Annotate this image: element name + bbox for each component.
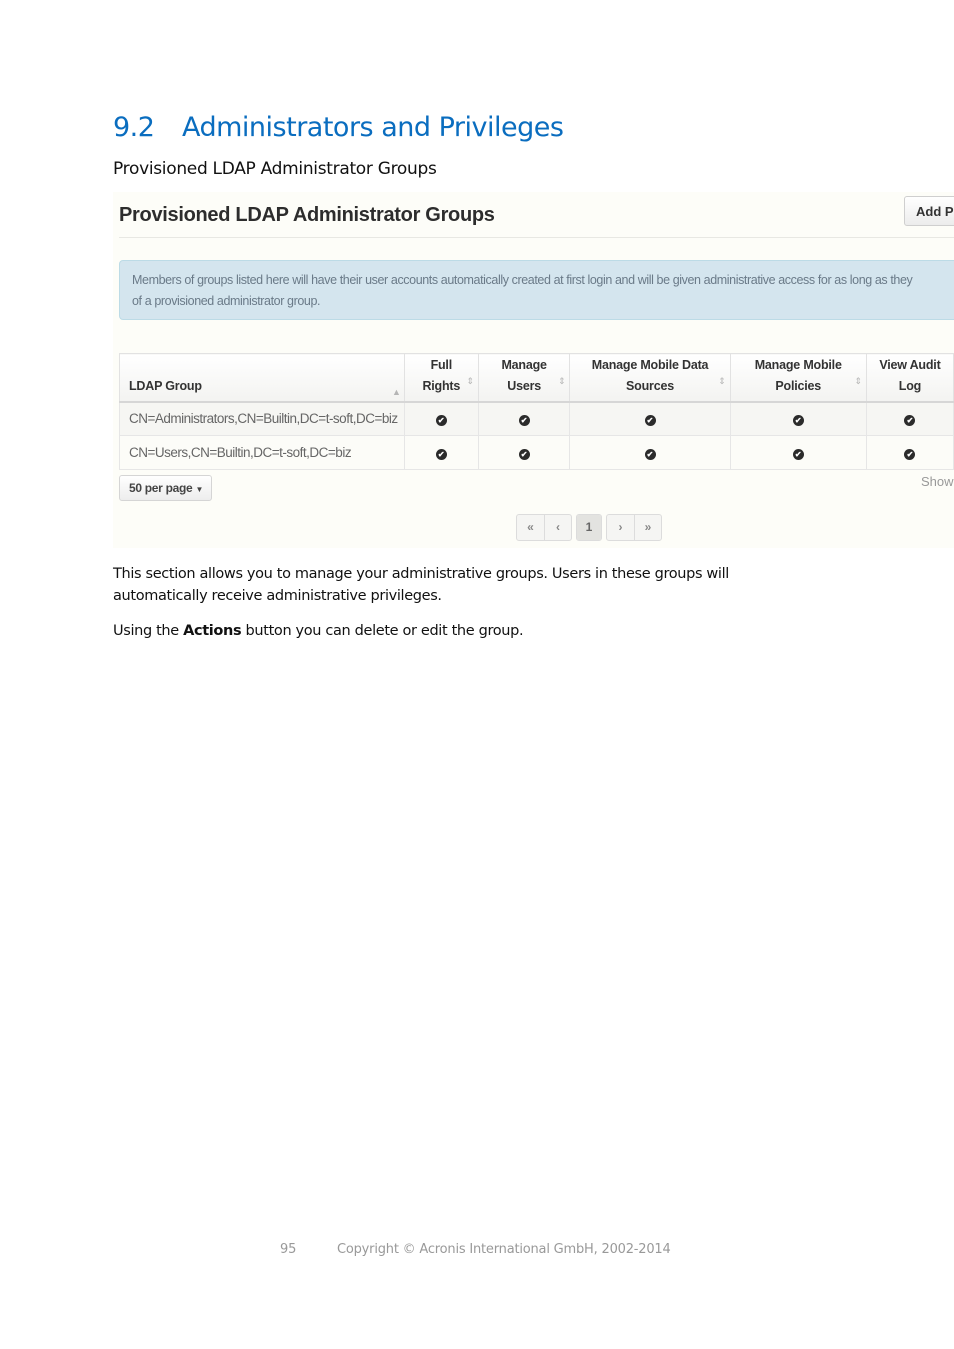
view-audit-log-cell: ✔ [865, 435, 954, 470]
add-provisioned-group-button[interactable]: Add Pr [904, 196, 954, 226]
check-circle-icon: ✔ [904, 449, 916, 460]
table-row[interactable]: CN=Administrators,CN=Builtin,DC=t-soft,D… [119, 401, 954, 436]
column-header-full-rights[interactable]: Full Rights ⇕ [403, 353, 479, 403]
check-circle-icon: ✔ [435, 449, 447, 460]
sort-icon: ⇕ [854, 376, 863, 386]
last-page-button[interactable]: » [634, 515, 661, 540]
title-divider [119, 237, 954, 238]
sort-icon: ⇕ [718, 376, 726, 386]
per-page-dropdown[interactable]: 50 per page ▼ [119, 475, 212, 501]
pagination-back-group: « ‹ [516, 514, 572, 541]
panel-title: Provisioned LDAP Administrator Groups [119, 204, 495, 226]
check-circle-icon: ✔ [792, 449, 804, 460]
check-circle-icon: ✔ [518, 415, 530, 427]
column-header-ldap-group[interactable]: LDAP Group ▲ [119, 353, 405, 403]
manage-mobile-data-sources-cell: ✔ [569, 401, 731, 436]
ldap-groups-table: LDAP Group ▲ Full Rights ⇕ Manage Users ⇕ Man… [119, 353, 954, 470]
info-text-line-1: Members of groups listed here will have … [132, 273, 913, 287]
manage-users-cell: ✔ [477, 401, 571, 436]
ldap-group-name[interactable]: CN=Users,CN=Builtin,DC=t-soft,DC=biz [119, 435, 405, 470]
column-header-manage-users[interactable]: Manage Users ⇕ [477, 353, 571, 403]
column-header-view-audit-log[interactable]: View Audit Log [865, 353, 954, 403]
check-circle-icon: ✔ [644, 449, 656, 460]
next-page-button[interactable]: › [607, 515, 634, 540]
caret-down-icon: ▼ [195, 485, 204, 494]
sort-ascending-icon: ▲ [392, 387, 401, 397]
pagination-current-group: 1 [576, 514, 602, 541]
view-audit-log-cell: ✔ [865, 401, 954, 436]
manage-users-cell: ✔ [477, 435, 571, 470]
check-circle-icon: ✔ [792, 415, 804, 427]
showing-count-text: Showi [921, 474, 954, 489]
copyright-text: Copyright © Acronis International GmbH, … [337, 1242, 671, 1257]
manage-mobile-policies-cell: ✔ [729, 401, 867, 436]
sort-icon: ⇕ [466, 376, 475, 386]
section-heading: 9.2 Administrators and Privileges [113, 112, 564, 143]
ldap-group-name[interactable]: CN=Administrators,CN=Builtin,DC=t-soft,D… [119, 401, 405, 436]
section-number: 9.2 [113, 112, 155, 143]
page-1-button[interactable]: 1 [577, 515, 601, 540]
check-circle-icon: ✔ [644, 415, 656, 427]
column-header-manage-mobile-policies[interactable]: Manage Mobile Policies ⇕ [729, 353, 867, 403]
manage-mobile-policies-cell: ✔ [729, 435, 867, 470]
page-number: 95 [280, 1242, 297, 1257]
actions-term: Actions [183, 623, 242, 639]
table-header-row: LDAP Group ▲ Full Rights ⇕ Manage Users ⇕ Man… [119, 353, 954, 403]
check-circle-icon: ✔ [435, 415, 447, 427]
first-page-button[interactable]: « [517, 515, 544, 540]
body-paragraph-2: Using the Actions button you can delete … [113, 623, 524, 639]
info-text-line-2: of a provisioned administrator group. [132, 294, 321, 308]
section-title: Administrators and Privileges [182, 112, 564, 143]
manage-mobile-data-sources-cell: ✔ [569, 435, 731, 470]
check-circle-icon: ✔ [904, 415, 916, 427]
info-alert: Members of groups listed here will have … [119, 260, 954, 320]
full-rights-cell: ✔ [403, 401, 479, 436]
figure-caption: Provisioned LDAP Administrator Groups [113, 159, 437, 179]
body-paragraph-1: This section allows you to manage your a… [113, 566, 729, 604]
previous-page-button[interactable]: ‹ [544, 515, 571, 540]
check-circle-icon: ✔ [518, 449, 530, 460]
table-row[interactable]: CN=Users,CN=Builtin,DC=t-soft,DC=biz ✔ ✔… [119, 435, 954, 470]
pagination-forward-group: › » [606, 514, 662, 541]
screenshot-panel: Provisioned LDAP Administrator Groups Ad… [113, 192, 954, 548]
full-rights-cell: ✔ [403, 435, 479, 470]
column-header-manage-mobile-data-sources[interactable]: Manage Mobile Data Sources ⇕ [569, 353, 731, 403]
page-footer: 95 Copyright © Acronis International GmbH… [280, 1242, 671, 1257]
sort-icon: ⇕ [558, 376, 566, 386]
